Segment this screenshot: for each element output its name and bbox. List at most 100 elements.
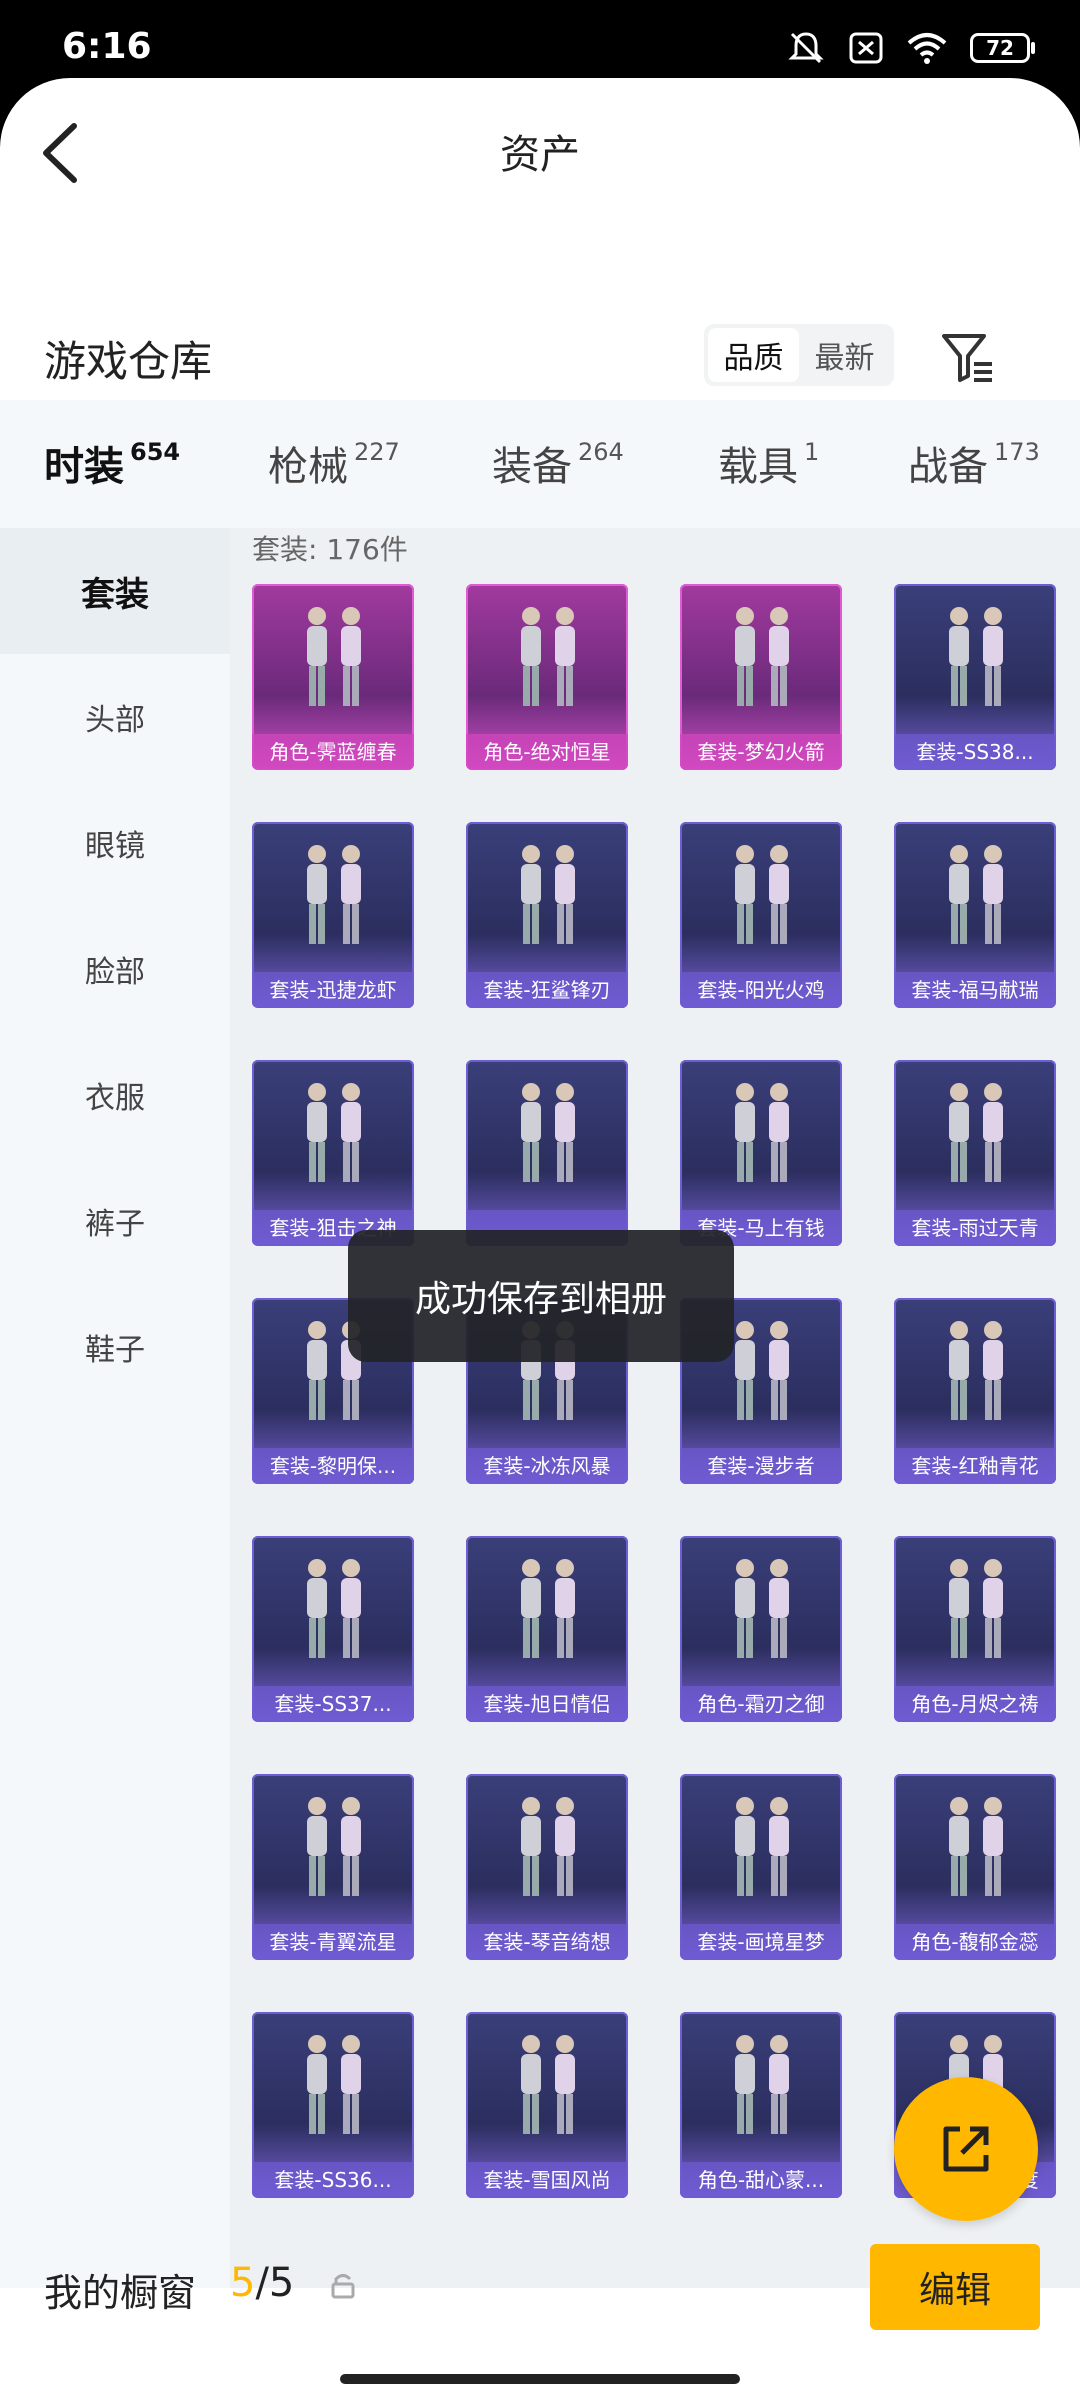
item-card[interactable]: 套装-SS38... <box>894 584 1056 770</box>
item-card-name: 角色-甜心蒙... <box>680 2162 842 2198</box>
item-card[interactable]: 角色-甜心蒙... <box>680 2012 842 2198</box>
tab-label: 枪械 <box>268 444 348 490</box>
sidebar-item-shoes[interactable]: 鞋子 <box>0 1284 230 1410</box>
item-card-name: 套装-红釉青花 <box>894 1448 1056 1484</box>
sidebar-item-glasses[interactable]: 眼镜 <box>0 780 230 906</box>
item-card-name: 角色-馥郁金蕊 <box>894 1924 1056 1960</box>
outfit-thumbnail-icon <box>949 607 1003 706</box>
item-card[interactable] <box>466 1060 628 1246</box>
page-title: 资产 <box>500 132 580 178</box>
item-card[interactable]: 套装-SS37... <box>252 1536 414 1722</box>
item-card[interactable]: 角色-月烬之祷 <box>894 1536 1056 1722</box>
item-card-name: 套装-琴音绮想 <box>466 1924 628 1960</box>
item-card[interactable]: 角色-绝对恒星 <box>466 584 628 770</box>
item-card-name: 套装-SS37... <box>252 1686 414 1722</box>
sidebar-item-clothes[interactable]: 衣服 <box>0 1032 230 1158</box>
share-button[interactable] <box>894 2077 1038 2221</box>
item-card[interactable]: 套装-迅捷龙虾 <box>252 822 414 1008</box>
outfit-thumbnail-icon <box>949 845 1003 944</box>
outfit-thumbnail-icon <box>307 2035 361 2134</box>
top-nav: 资产 <box>0 78 1080 218</box>
tab-label: 战备 <box>908 444 988 490</box>
tab-firearms[interactable]: 枪械 227 <box>268 434 400 492</box>
item-card[interactable]: 套装-阳光火鸡 <box>680 822 842 1008</box>
edit-button[interactable]: 编辑 <box>870 2244 1040 2330</box>
showcase-total: /5 <box>255 2260 295 2306</box>
wifi-icon <box>907 33 947 64</box>
item-card-name: 套装-黎明保... <box>252 1448 414 1484</box>
item-card[interactable]: 套装-梦幻火箭 <box>680 584 842 770</box>
item-card[interactable]: 套装-青翼流星 <box>252 1774 414 1960</box>
category-tabs: 时装 654 枪械 227 装备 264 载具 1 战备 173 <box>0 400 1080 528</box>
outfit-thumbnail-icon <box>521 2035 575 2134</box>
item-card[interactable]: 套装-雪国风尚 <box>466 2012 628 2198</box>
no-sim-icon <box>849 32 883 64</box>
item-card[interactable]: 套装-福马献瑞 <box>894 822 1056 1008</box>
item-card-name: 套装-SS38... <box>894 734 1056 770</box>
outfit-thumbnail-icon <box>735 845 789 944</box>
outfit-thumbnail-icon <box>521 607 575 706</box>
outfit-thumbnail-icon <box>735 1559 789 1658</box>
item-card-name: 套装-狂鲨锋刃 <box>466 972 628 1008</box>
showcase-label: 我的橱窗 <box>44 2271 197 2315</box>
sidebar-item-outfits[interactable]: 套装 <box>0 528 230 654</box>
tab-fashion[interactable]: 时装 654 <box>44 434 180 492</box>
status-time: 6:16 <box>62 26 152 67</box>
item-card[interactable]: 角色-馥郁金蕊 <box>894 1774 1056 1960</box>
tab-count: 173 <box>994 438 1040 466</box>
item-card[interactable]: 套装-红釉青花 <box>894 1298 1056 1484</box>
item-card[interactable]: 套装-狙击之神 <box>252 1060 414 1246</box>
tab-equipment[interactable]: 装备 264 <box>492 434 624 492</box>
outfit-thumbnail-icon <box>521 1559 575 1658</box>
sidebar-item-face[interactable]: 脸部 <box>0 906 230 1032</box>
item-card-name: 套装-阳光火鸡 <box>680 972 842 1008</box>
item-card-name: 套装-福马献瑞 <box>894 972 1056 1008</box>
item-card[interactable]: 套装-SS36... <box>252 2012 414 2198</box>
sort-option-quality[interactable]: 品质 <box>708 328 799 382</box>
outfit-thumbnail-icon <box>307 845 361 944</box>
outfit-thumbnail-icon <box>735 1797 789 1896</box>
outfit-thumbnail-icon <box>949 1321 1003 1420</box>
item-card[interactable]: 套装-画境星梦 <box>680 1774 842 1960</box>
outfit-thumbnail-icon <box>735 1083 789 1182</box>
tab-count: 264 <box>578 438 624 466</box>
filter-icon[interactable] <box>940 330 996 386</box>
toast-message: 成功保存到相册 <box>348 1230 734 1362</box>
item-card[interactable]: 角色-霜刃之御 <box>680 1536 842 1722</box>
tab-count: 1 <box>804 438 820 466</box>
sidebar-item-pants[interactable]: 裤子 <box>0 1158 230 1284</box>
outfit-thumbnail-icon <box>735 607 789 706</box>
item-count-label: 套装: 176件 <box>252 533 408 566</box>
tab-label: 时装 <box>44 444 124 490</box>
item-card-name: 套装-梦幻火箭 <box>680 734 842 770</box>
sidebar-item-head[interactable]: 头部 <box>0 654 230 780</box>
app-screen: 资产 游戏仓库 品质 最新 时装 654 枪械 227 装备 264 载具 1 … <box>0 78 1080 2400</box>
item-card[interactable]: 套装-雨过天青 <box>894 1060 1056 1246</box>
item-card-name: 套装-雪国风尚 <box>466 2162 628 2198</box>
item-card[interactable]: 套装-狂鲨锋刃 <box>466 822 628 1008</box>
item-card-name: 套装-青翼流星 <box>252 1924 414 1960</box>
mute-bell-icon <box>788 32 824 64</box>
outfit-thumbnail-icon <box>307 1797 361 1896</box>
subcategory-sidebar: 套装 头部 眼镜 脸部 衣服 裤子 鞋子 <box>0 528 230 2288</box>
item-card-name: 角色-霜刃之御 <box>680 1686 842 1722</box>
item-card[interactable]: 套装-琴音绮想 <box>466 1774 628 1960</box>
item-card[interactable]: 角色-霁蓝缠春 <box>252 584 414 770</box>
showcase-current: 5 <box>230 2260 256 2306</box>
status-bar: 6:16 72 <box>0 0 1080 80</box>
outfit-thumbnail-icon <box>307 607 361 706</box>
item-card-name: 角色-霁蓝缠春 <box>252 734 414 770</box>
item-card[interactable]: 套装-旭日情侣 <box>466 1536 628 1722</box>
showcase-count: 5/5 <box>230 2260 294 2306</box>
tab-vehicles[interactable]: 载具 1 <box>718 434 819 492</box>
outfit-thumbnail-icon <box>521 1083 575 1182</box>
item-card-name: 套装-雨过天青 <box>894 1210 1056 1246</box>
item-card[interactable]: 套装-马上有钱 <box>680 1060 842 1246</box>
item-card-name: 角色-绝对恒星 <box>466 734 628 770</box>
sort-option-newest[interactable]: 最新 <box>799 328 890 382</box>
sort-toggle: 品质 最新 <box>704 324 894 386</box>
outfit-thumbnail-icon <box>949 1559 1003 1658</box>
item-card-name: 套装-SS36... <box>252 2162 414 2198</box>
outfit-thumbnail-icon <box>521 845 575 944</box>
tab-war-supplies[interactable]: 战备 173 <box>908 434 1040 492</box>
